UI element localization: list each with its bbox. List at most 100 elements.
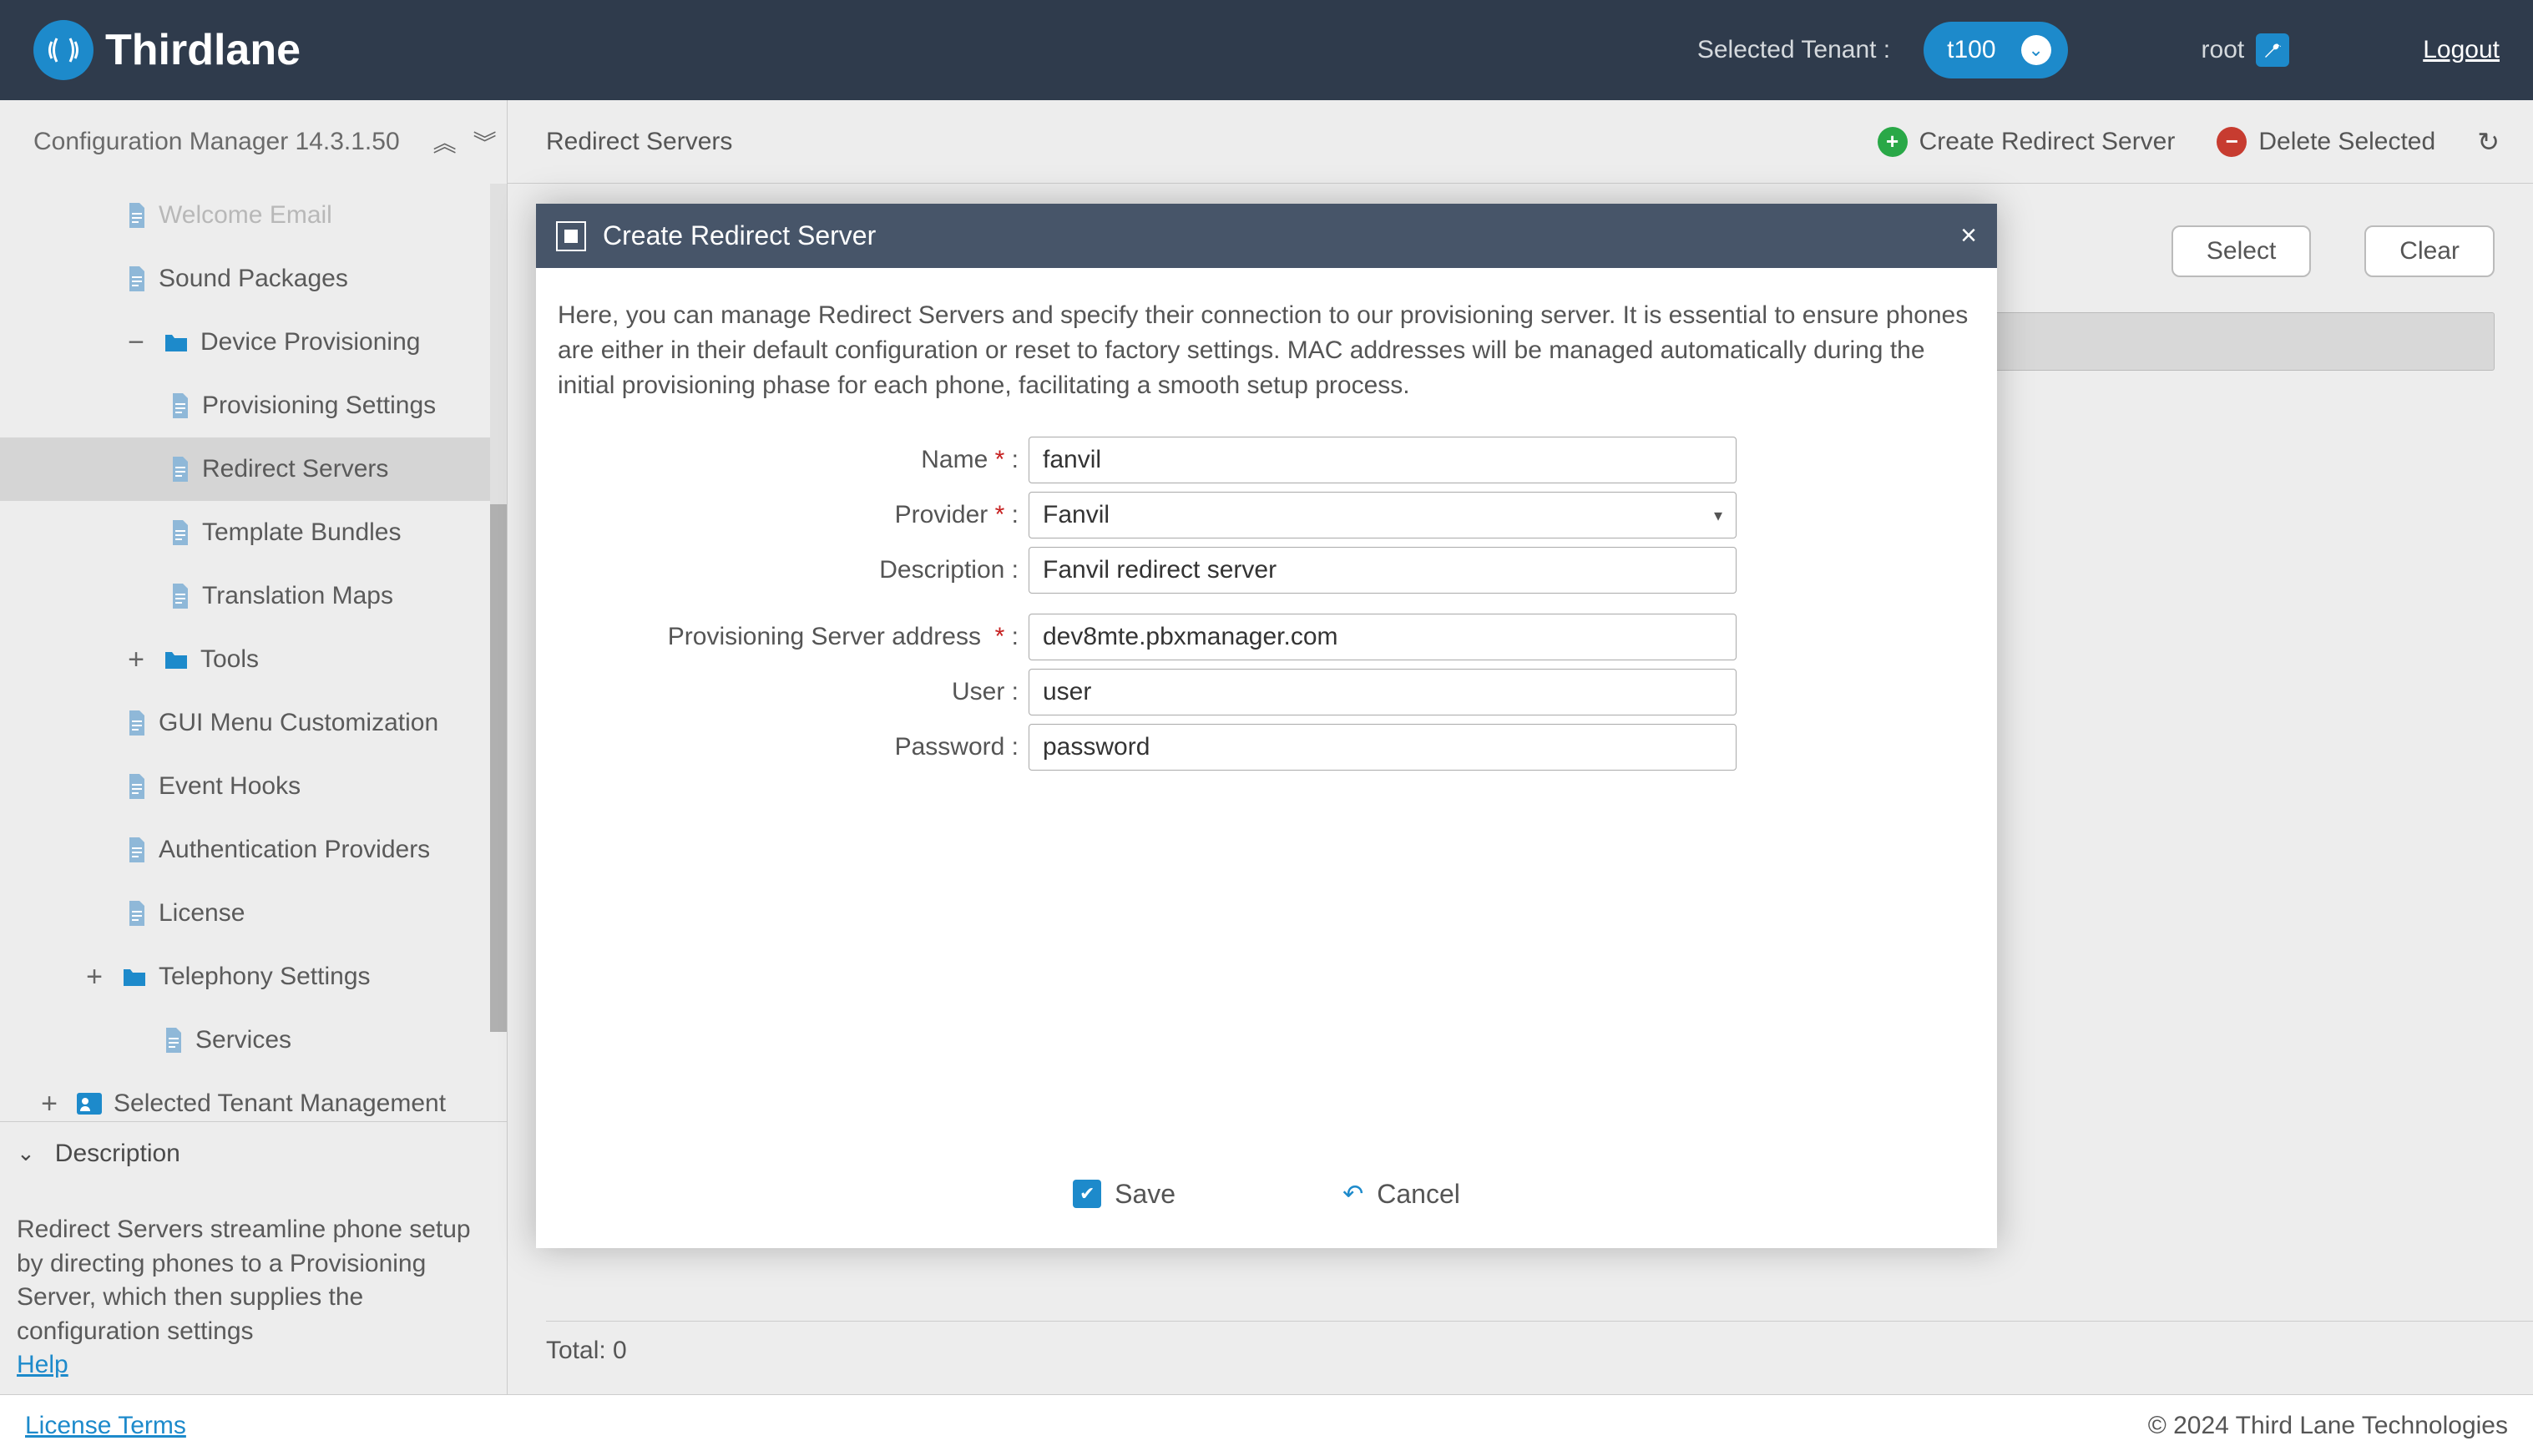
sidebar-item-event-hooks[interactable]: Event Hooks — [0, 755, 507, 818]
file-icon — [170, 393, 190, 418]
sidebar-item-label: Template Bundles — [202, 518, 401, 547]
chevron-down-icon: ⌄ — [2021, 35, 2051, 65]
sidebar-item-label: Redirect Servers — [202, 455, 388, 483]
modal-footer: ✔ Save ↶ Cancel — [536, 1140, 1997, 1248]
page-title: Redirect Servers — [546, 128, 732, 156]
plus-icon: + — [1878, 127, 1908, 157]
description-header[interactable]: ⌄ Description — [0, 1121, 507, 1185]
save-button[interactable]: ✔ Save — [1073, 1179, 1175, 1210]
refresh-icon[interactable]: ↻ — [2477, 126, 2500, 158]
file-icon — [127, 774, 147, 799]
sidebar-scrollbar-thumb[interactable] — [490, 504, 507, 1032]
sidebar-item-label: Sound Packages — [159, 265, 348, 293]
sidebar-item-label: License — [159, 899, 245, 928]
sidebar-item-translation-maps[interactable]: Translation Maps — [0, 564, 507, 628]
brand-name: Thirdlane — [105, 25, 301, 75]
description-title: Description — [55, 1140, 180, 1168]
save-icon: ✔ — [1073, 1180, 1101, 1208]
sidebar-item-label: Event Hooks — [159, 772, 301, 801]
page-toolbar: Redirect Servers + Create Redirect Serve… — [508, 100, 2533, 184]
sidebar-item-label: Translation Maps — [202, 582, 393, 610]
chevron-down-icon: ▾ — [1714, 505, 1722, 526]
collapse-icon[interactable]: − — [124, 326, 149, 359]
close-icon[interactable]: × — [1960, 220, 1977, 252]
file-icon — [164, 1028, 184, 1053]
provider-select[interactable]: Fanvil ▾ — [1029, 492, 1737, 538]
sidebar-item-label: Services — [195, 1026, 291, 1054]
modal-header: Create Redirect Server × — [536, 204, 1997, 268]
undo-icon: ↶ — [1342, 1180, 1363, 1209]
sidebar-item-redirect-servers[interactable]: Redirect Servers — [0, 437, 507, 501]
cancel-button[interactable]: ↶ Cancel — [1342, 1179, 1460, 1210]
selected-tenant-value: t100 — [1947, 36, 1995, 64]
description-input[interactable] — [1029, 547, 1737, 594]
app-footer: License Terms © 2024 Third Lane Technolo… — [0, 1394, 2533, 1456]
sidebar-item-tools[interactable]: + Tools — [0, 628, 507, 691]
clear-button[interactable]: Clear — [2364, 225, 2495, 277]
sidebar-item-authentication-providers[interactable]: Authentication Providers — [0, 818, 507, 882]
file-icon — [127, 710, 147, 736]
expand-icon[interactable]: + — [82, 961, 107, 993]
sidebar-item-label: Provisioning Settings — [202, 392, 436, 420]
description-body: Redirect Servers streamline phone setup … — [0, 1185, 507, 1383]
sidebar-item-gui-menu-customization[interactable]: GUI Menu Customization — [0, 691, 507, 755]
file-icon — [127, 266, 147, 291]
sidebar-scrollbar-track[interactable] — [490, 184, 507, 1032]
sidebar-nav: Welcome Email Sound Packages − Device Provi… — [0, 184, 507, 1121]
expand-down-icon[interactable]: ︾ — [473, 125, 497, 159]
sidebar-item-welcome-email[interactable]: Welcome Email — [0, 184, 507, 247]
sidebar-item-telephony-settings[interactable]: + Telephony Settings — [0, 945, 507, 1009]
wrench-icon — [2256, 33, 2289, 67]
sidebar-item-provisioning-settings[interactable]: Provisioning Settings — [0, 374, 507, 437]
modal-title: Create Redirect Server — [603, 220, 876, 251]
file-icon — [127, 837, 147, 862]
file-icon — [170, 520, 190, 545]
copyright-text: © 2024 Third Lane Technologies — [2148, 1412, 2508, 1440]
logout-link[interactable]: Logout — [2423, 36, 2500, 64]
collapse-up-icon[interactable]: ︽ — [433, 125, 457, 159]
current-user: root — [2202, 36, 2245, 64]
name-input[interactable] — [1029, 437, 1737, 483]
total-count: Total: 0 — [546, 1321, 2533, 1379]
selected-tenant-dropdown[interactable]: t100 ⌄ — [1924, 22, 2067, 78]
expand-icon[interactable]: + — [37, 1088, 62, 1120]
sidebar-item-selected-tenant-management[interactable]: +Selected Tenant Management — [0, 1072, 507, 1121]
module-icon — [77, 1093, 102, 1115]
folder-icon — [164, 331, 189, 353]
sidebar-item-label: GUI Menu Customization — [159, 709, 438, 737]
app-header: Thirdlane Selected Tenant : t100 ⌄ root … — [0, 0, 2533, 100]
sidebar-item-services[interactable]: Services — [0, 1009, 507, 1072]
description-text: Redirect Servers streamline phone setup … — [17, 1216, 471, 1345]
license-terms-link[interactable]: License Terms — [25, 1412, 186, 1439]
sidebar-item-template-bundles[interactable]: Template Bundles — [0, 501, 507, 564]
chevron-down-icon: ⌄ — [17, 1140, 35, 1166]
expand-icon[interactable]: + — [124, 644, 149, 676]
file-icon — [170, 584, 190, 609]
sidebar-item-label: Welcome Email — [159, 201, 332, 230]
modal-icon — [556, 221, 586, 251]
delete-selected-button[interactable]: − Delete Selected — [2217, 127, 2435, 157]
sidebar-item-license[interactable]: License — [0, 882, 507, 945]
provisioning-address-input[interactable] — [1029, 614, 1737, 660]
user-menu[interactable]: root — [2202, 33, 2290, 67]
file-icon — [170, 457, 190, 482]
sidebar-item-sound-packages[interactable]: Sound Packages — [0, 247, 507, 311]
description-help-link[interactable]: Help — [17, 1351, 68, 1378]
file-icon — [127, 203, 147, 228]
user-input[interactable] — [1029, 669, 1737, 715]
sidebar-item-label: Telephony Settings — [159, 963, 371, 991]
modal-description: Here, you can manage Redirect Servers an… — [558, 298, 1975, 403]
brand-logo[interactable]: Thirdlane — [33, 20, 301, 80]
sidebar-item-label: Device Provisioning — [200, 328, 420, 356]
password-input[interactable] — [1029, 724, 1737, 771]
config-bar: Configuration Manager 14.3.1.50 ︽ ︾ — [0, 100, 507, 184]
create-redirect-server-modal: Create Redirect Server × Here, you can m… — [536, 204, 1997, 1248]
config-version: Configuration Manager 14.3.1.50 — [33, 128, 400, 156]
minus-icon: − — [2217, 127, 2247, 157]
sidebar-item-label: Tools — [200, 645, 259, 674]
sidebar-item-device-provisioning[interactable]: − Device Provisioning — [0, 311, 507, 374]
file-icon — [127, 901, 147, 926]
create-redirect-server-button[interactable]: + Create Redirect Server — [1878, 127, 2176, 157]
selected-tenant-label: Selected Tenant : — [1697, 36, 1890, 64]
select-button[interactable]: Select — [2172, 225, 2311, 277]
